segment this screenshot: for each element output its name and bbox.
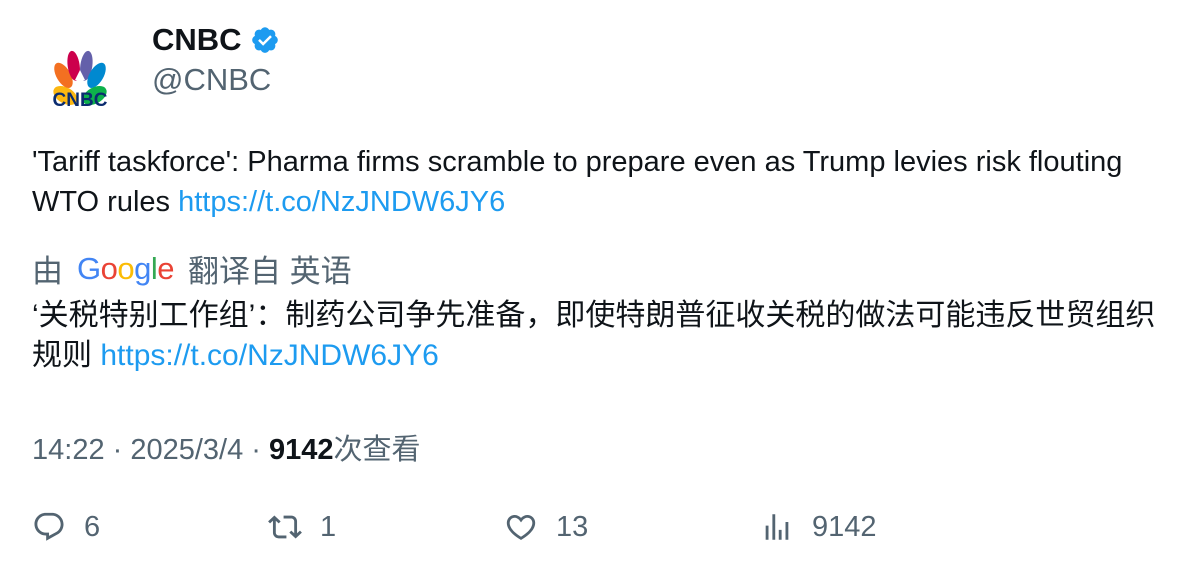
- avatar[interactable]: CNBC: [32, 28, 128, 124]
- reply-count: 6: [84, 510, 101, 543]
- reply-button[interactable]: 6: [32, 510, 100, 544]
- meta-separator: ·: [104, 434, 131, 466]
- views-count: 9142: [269, 434, 334, 466]
- author-name-row: CNBC: [152, 22, 280, 58]
- avatar-logo-text: CNBC: [53, 90, 108, 108]
- like-button[interactable]: 13: [504, 510, 588, 544]
- retweet-button[interactable]: 1: [268, 510, 336, 544]
- tweet-card: CNBC CNBC @CNBC 'Tariff taskforce': Phar…: [0, 0, 1196, 578]
- display-name[interactable]: CNBC: [152, 22, 242, 58]
- tweet-text: 'Tariff taskforce': Pharma firms scrambl…: [32, 142, 1152, 222]
- author-handle[interactable]: @CNBC: [152, 62, 271, 98]
- cnbc-peacock-logo: CNBC: [53, 50, 108, 108]
- action-bar: 6 1 13 9142: [32, 510, 1162, 554]
- translation-attribution[interactable]: 由 Google 翻译自 英语: [32, 246, 352, 291]
- tweet-date[interactable]: 2025/3/4: [130, 434, 243, 466]
- heart-icon: [506, 514, 536, 540]
- translation-suffix: 翻译自 英语: [188, 254, 352, 289]
- verified-badge-icon: [251, 27, 278, 53]
- views-button[interactable]: 9142: [760, 510, 877, 544]
- views-label: 次查看: [333, 434, 421, 466]
- reply-icon: [34, 512, 64, 541]
- translated-text: ‘关税特别工作组’：制药公司争先准备，即使特朗普征收关税的做法可能违反世贸组织规…: [32, 296, 1162, 376]
- tweet-meta: 14:22 · 2025/3/4 · 9142次查看: [32, 426, 421, 468]
- meta-separator: ·: [243, 434, 270, 466]
- translation-prefix: 由: [32, 254, 63, 289]
- like-count: 13: [556, 510, 589, 543]
- retweet-count: 1: [320, 510, 337, 543]
- tweet-link[interactable]: https://t.co/NzJNDW6JY6: [178, 186, 505, 218]
- tweet-time[interactable]: 14:22: [32, 434, 105, 466]
- translated-link[interactable]: https://t.co/NzJNDW6JY6: [100, 339, 438, 372]
- google-logo: Google: [77, 250, 175, 286]
- views-action-count: 9142: [812, 510, 877, 543]
- analytics-icon: [765, 514, 789, 540]
- retweet-icon: [268, 515, 302, 539]
